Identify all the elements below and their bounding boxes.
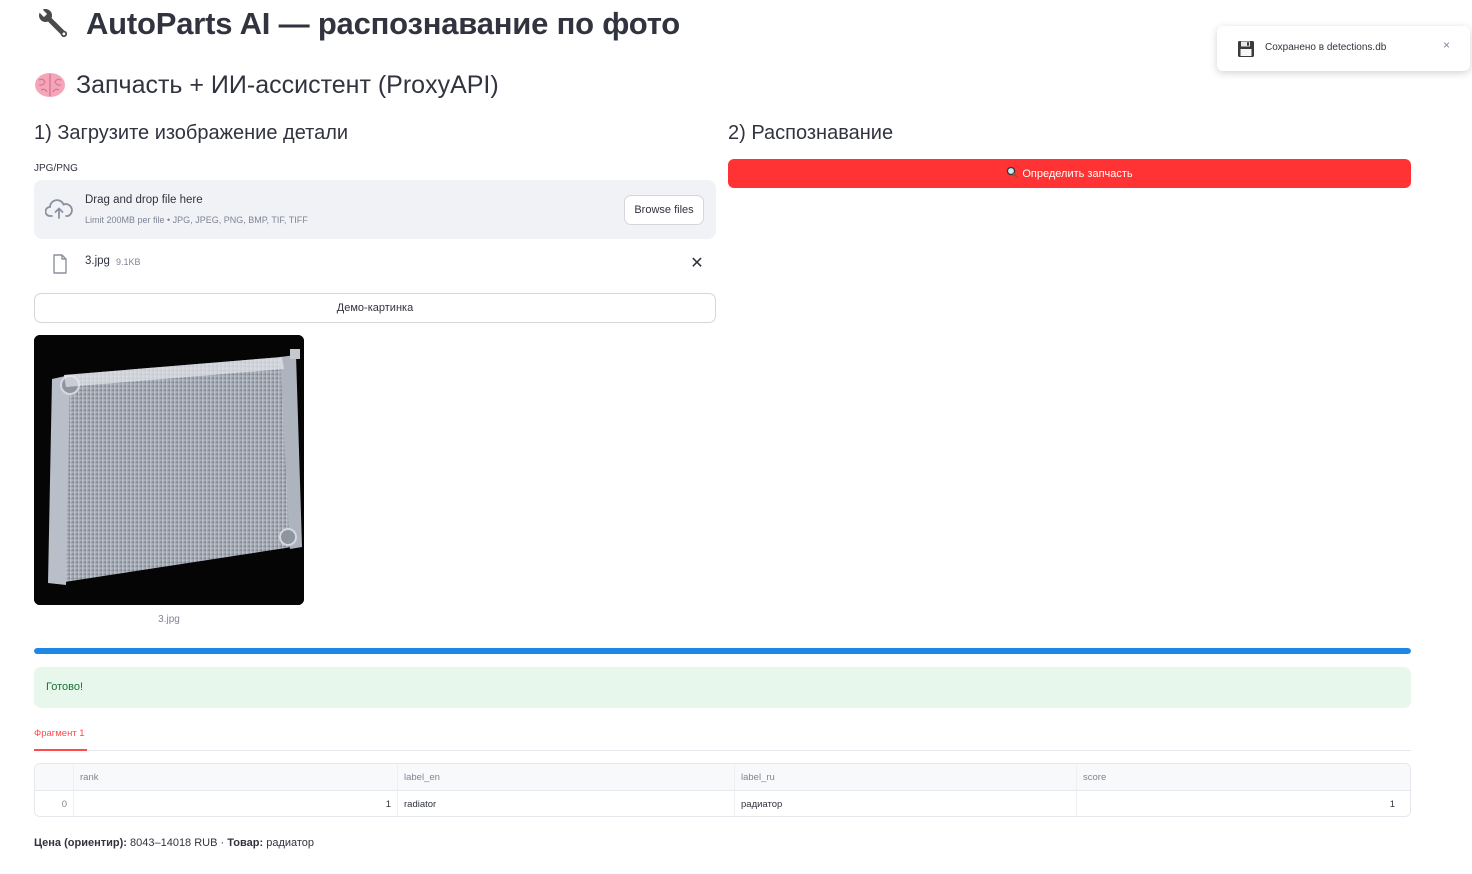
- cell-label-ru[interactable]: радиатор: [735, 791, 1077, 816]
- status-text: Готово!: [46, 681, 84, 693]
- column-header-label-ru[interactable]: label_ru: [735, 764, 1077, 790]
- price-value: 8043–14018 RUB: [130, 837, 218, 849]
- file-dropzone[interactable]: Drag and drop file here Limit 200MB per …: [34, 180, 716, 239]
- column-header-rank[interactable]: rank: [74, 764, 398, 790]
- demo-image-button[interactable]: Демо-картинка: [34, 293, 716, 323]
- detect-part-button-label: Определить запчасть: [1022, 167, 1133, 180]
- table-row: 0 1 radiator радиатор 1: [35, 791, 1410, 816]
- image-caption: 3.jpg: [158, 614, 180, 625]
- progress-bar: [34, 648, 1411, 654]
- price-label: Цена (ориентир):: [34, 837, 127, 849]
- price-separator: ·: [220, 837, 225, 849]
- dropzone-instructions: Drag and drop file here: [85, 194, 203, 206]
- wrench-icon: [34, 4, 74, 44]
- product-label: Товар:: [227, 837, 264, 849]
- cell-label-en[interactable]: radiator: [398, 791, 735, 816]
- column-header-label-en[interactable]: label_en: [398, 764, 735, 790]
- file-icon: [52, 254, 68, 274]
- price-summary: Цена (ориентир): 8043–14018 RUB · Товар:…: [34, 837, 314, 849]
- detect-part-button[interactable]: Определить запчасть: [728, 159, 1411, 188]
- row-index: 0: [35, 791, 74, 816]
- status-alert: Готово!: [34, 667, 1411, 708]
- index-header: [35, 764, 74, 790]
- recognition-heading: 2) Распознавание: [728, 122, 894, 144]
- brain-icon: [34, 69, 66, 101]
- cell-rank[interactable]: 1: [74, 791, 398, 816]
- page-title: AutoParts AI — распознавание по фото: [34, 4, 680, 44]
- floppy-disk-icon: [1237, 40, 1255, 58]
- remove-file-icon[interactable]: ✕: [688, 253, 706, 273]
- toast-close-icon[interactable]: ×: [1443, 38, 1450, 52]
- uploaded-file-size: 9.1KB: [116, 257, 141, 267]
- upload-heading: 1) Загрузите изображение детали: [34, 122, 349, 144]
- browse-files-button[interactable]: Browse files: [624, 195, 704, 225]
- progress-bar-fill: [34, 648, 1411, 654]
- cell-score[interactable]: 1: [1077, 791, 1401, 816]
- page-title-text: AutoParts AI — распознавание по фото: [86, 6, 681, 41]
- column-header-score[interactable]: score: [1077, 764, 1401, 790]
- uploaded-file-item: 3.jpg 9.1KB ✕: [34, 248, 716, 280]
- table-header: rank label_en label_ru score: [35, 764, 1410, 791]
- uploaded-file-name: 3.jpg: [85, 255, 110, 267]
- magnifier-icon: [1006, 166, 1019, 181]
- tab-fragment-1[interactable]: Фрагмент 1: [34, 728, 87, 751]
- product-value: радиатор: [266, 837, 315, 849]
- results-table: rank label_en label_ru score 0 1 radiato…: [34, 763, 1411, 817]
- section-subtitle: Запчасть + ИИ-ассистент (ProxyAPI): [34, 68, 499, 102]
- uploaded-image-preview: [34, 335, 304, 605]
- dropzone-limit-text: Limit 200MB per file • JPG, JPEG, PNG, B…: [85, 215, 308, 225]
- subtitle-text: Запчасть + ИИ-ассистент (ProxyAPI): [76, 70, 499, 99]
- fragment-tabs: Фрагмент 1: [34, 724, 1411, 751]
- toast-message: Сохранено в detections.db: [1265, 42, 1387, 53]
- uploader-label: JPG/PNG: [34, 163, 78, 174]
- save-toast: Сохранено в detections.db ×: [1217, 26, 1470, 71]
- cloud-upload-icon: [44, 197, 73, 221]
